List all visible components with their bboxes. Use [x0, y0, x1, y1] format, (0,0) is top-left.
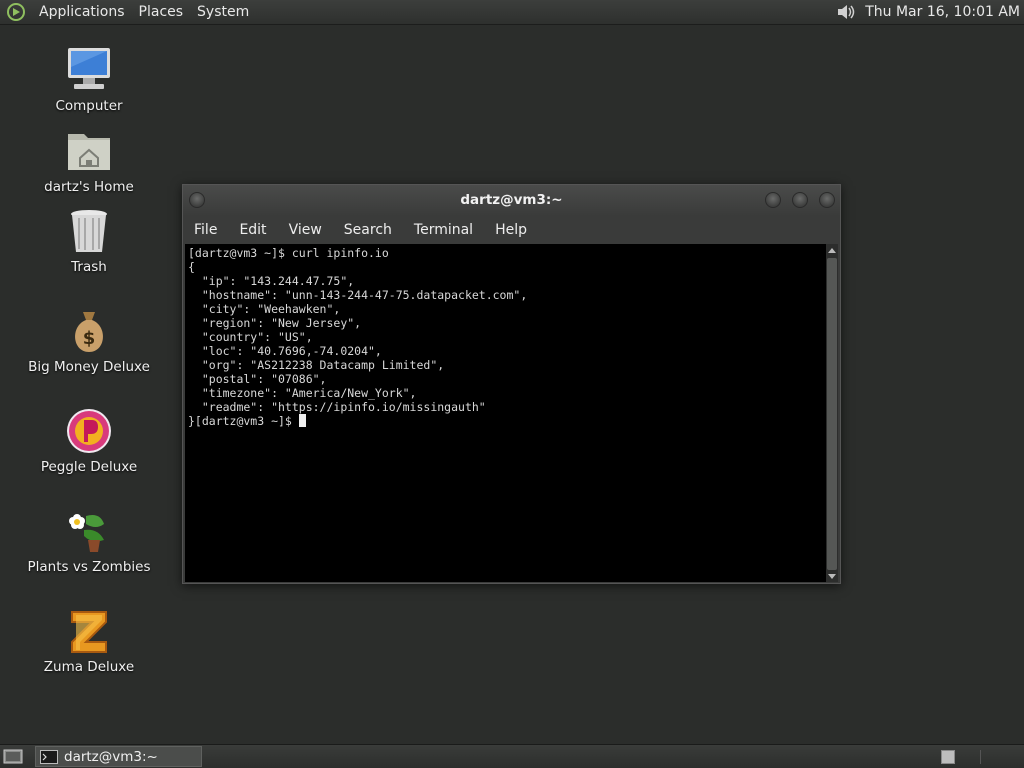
desktop-icon-label: Computer — [55, 98, 123, 114]
menu-terminal[interactable]: Terminal — [403, 222, 484, 238]
text-cursor — [298, 414, 306, 427]
desktop-icon-label: Zuma Deluxe — [43, 659, 135, 675]
money-bag-icon: $ — [75, 312, 103, 352]
trash-icon — [71, 210, 107, 252]
menu-search[interactable]: Search — [333, 222, 403, 238]
desktop-icon-trash[interactable]: Trash — [29, 206, 149, 275]
peggle-icon — [67, 409, 111, 453]
workspace-divider — [980, 750, 981, 764]
clock[interactable]: Thu Mar 16, 10:01 AM — [865, 4, 1024, 20]
terminal-scrollbar[interactable] — [826, 244, 838, 582]
desktop-icon-label: Peggle Deluxe — [40, 459, 138, 475]
menu-file[interactable]: File — [183, 222, 228, 238]
show-desktop-icon[interactable] — [3, 748, 23, 765]
terminal-menubar: File Edit View Search Terminal Help — [183, 216, 840, 244]
workspace-switcher-1[interactable] — [941, 750, 955, 764]
terminal-line: "city": "Weehawken", — [188, 302, 341, 316]
scroll-down-arrow-icon[interactable] — [828, 574, 836, 579]
desktop-icon-label: Plants vs Zombies — [27, 559, 151, 575]
taskbar-item-terminal[interactable]: dartz@vm3:~ — [35, 746, 202, 767]
bottom-panel: dartz@vm3:~ — [0, 744, 1024, 768]
terminal-prompt: }[dartz@vm3 ~]$ — [188, 414, 299, 428]
menu-view[interactable]: View — [278, 222, 333, 238]
terminal-line: "readme": "https://ipinfo.io/missingauth… — [188, 400, 486, 414]
terminal-line: [dartz@vm3 ~]$ curl ipinfo.io — [188, 246, 389, 260]
maximize-button[interactable] — [792, 192, 808, 208]
computer-icon — [68, 48, 110, 89]
terminal-line: { — [188, 260, 195, 274]
scroll-thumb[interactable] — [827, 258, 837, 570]
terminal-line: "region": "New Jersey", — [188, 316, 362, 330]
plants-icon — [69, 514, 104, 552]
volume-icon[interactable] — [835, 2, 857, 22]
home-folder-icon — [68, 134, 110, 170]
applications-menu[interactable]: Applications — [32, 0, 132, 25]
desktop-icon-peggle[interactable]: Peggle Deluxe — [29, 406, 149, 475]
system-menu[interactable]: System — [190, 0, 256, 25]
desktop-icon-big-money[interactable]: $ Big Money Deluxe — [28, 306, 150, 375]
terminal-icon — [40, 749, 58, 764]
close-button[interactable] — [819, 192, 835, 208]
terminal-line: "timezone": "America/New_York", — [188, 386, 417, 400]
taskbar-item-label: dartz@vm3:~ — [64, 748, 158, 765]
desktop-icon-zuma[interactable]: Zuma Deluxe — [29, 606, 149, 675]
terminal-line: "postal": "07086", — [188, 372, 327, 386]
window-titlebar[interactable]: dartz@vm3:~ — [183, 185, 840, 216]
terminal-line: "hostname": "unn-143-244-47-75.datapacke… — [188, 288, 528, 302]
terminal-prompt-line: }[dartz@vm3 ~]$ — [188, 414, 824, 428]
places-menu[interactable]: Places — [132, 0, 191, 25]
terminal-window: dartz@vm3:~ File Edit View Search Termin… — [182, 184, 841, 584]
terminal-line: "country": "US", — [188, 330, 313, 344]
desktop-icon-label: dartz's Home — [44, 179, 134, 195]
terminal-line: "org": "AS212238 Datacamp Limited", — [188, 358, 445, 372]
terminal-output[interactable]: [dartz@vm3 ~]$ curl ipinfo.io{ "ip": "14… — [185, 244, 827, 582]
desktop-icon-home[interactable]: dartz's Home — [29, 126, 149, 195]
top-panel: Applications Places System Thu Mar 16, 1… — [0, 0, 1024, 25]
scroll-up-arrow-icon[interactable] — [828, 248, 836, 253]
desktop-icon-label: Big Money Deluxe — [28, 359, 150, 375]
distro-logo-icon[interactable] — [6, 2, 26, 22]
desktop-icon-pvz[interactable]: Plants vs Zombies — [27, 506, 151, 575]
menu-help[interactable]: Help — [484, 222, 538, 238]
zuma-icon — [71, 611, 107, 653]
desktop-icon-label: Trash — [71, 259, 107, 275]
desktop-icon-computer[interactable]: Computer — [29, 45, 149, 114]
terminal-line: "loc": "40.7696,-74.0204", — [188, 344, 382, 358]
svg-text:$: $ — [83, 328, 96, 349]
window-title: dartz@vm3:~ — [460, 192, 563, 208]
terminal-line: "ip": "143.244.47.75", — [188, 274, 355, 288]
minimize-button[interactable] — [765, 192, 781, 208]
menu-edit[interactable]: Edit — [228, 222, 277, 238]
